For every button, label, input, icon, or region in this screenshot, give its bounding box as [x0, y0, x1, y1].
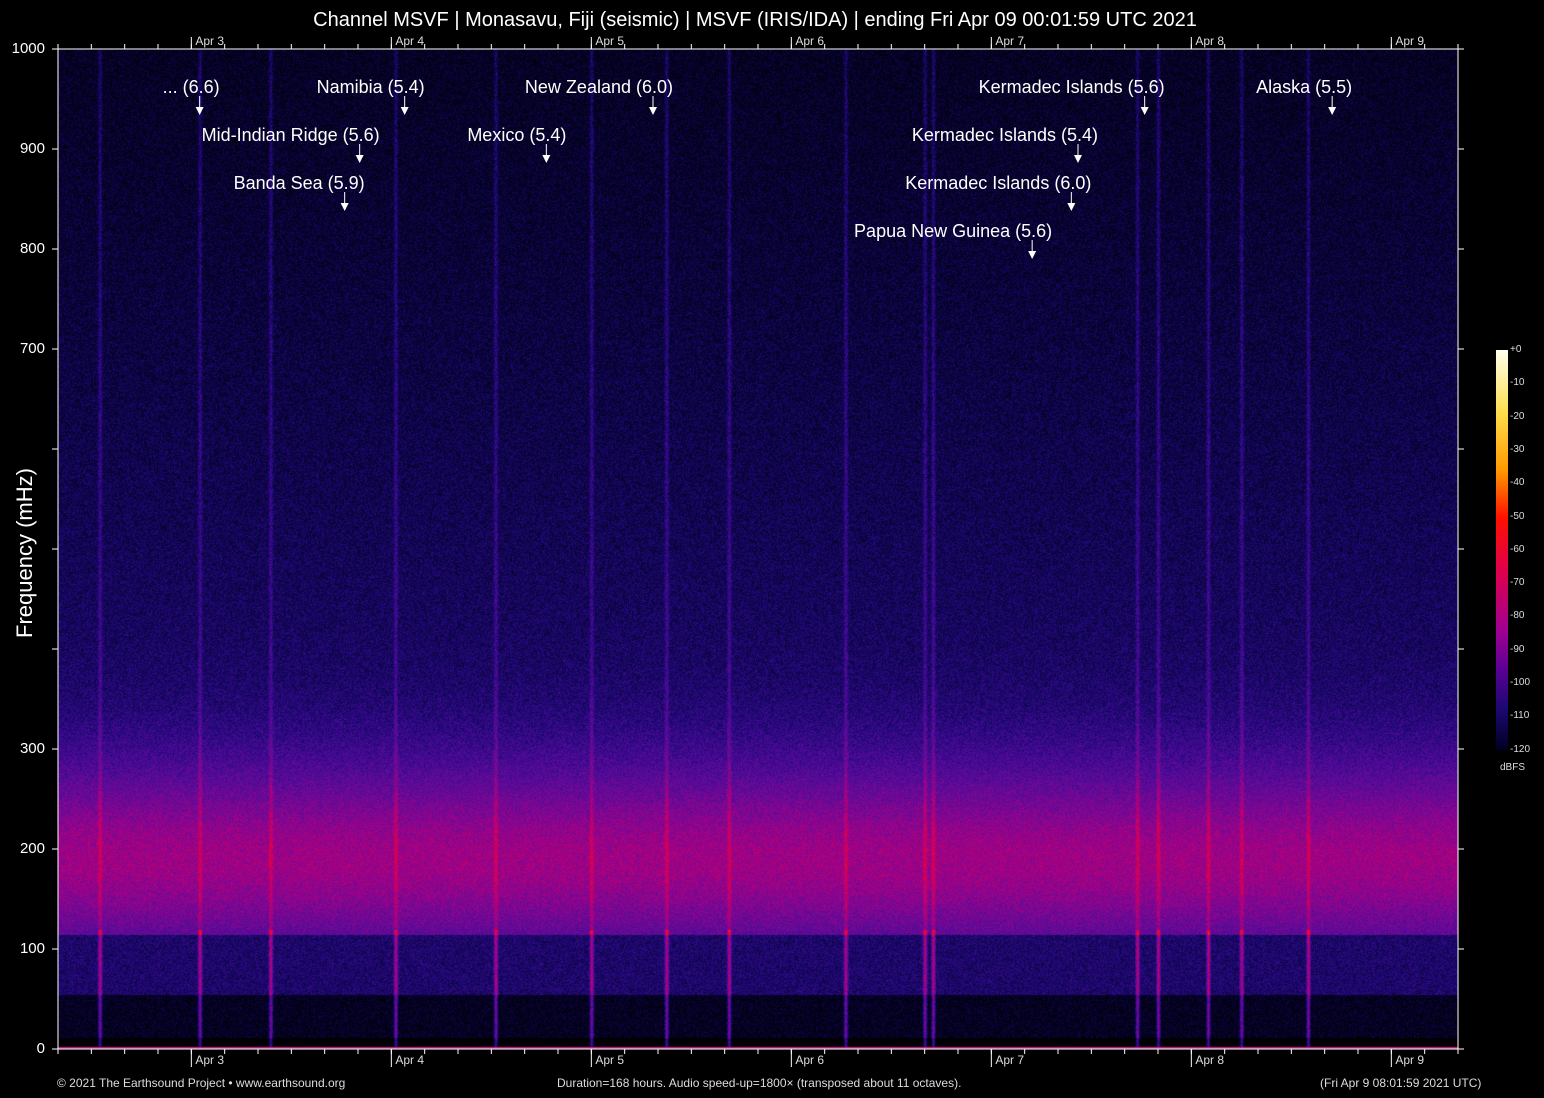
x-tick-label: Apr 8 [1195, 1053, 1224, 1067]
colorbar-tick-label: -10 [1510, 377, 1524, 388]
event-arrow-icon [1328, 107, 1336, 115]
event-label: Alaska (5.5) [1256, 77, 1352, 98]
x-tick-label-top: Apr 7 [995, 34, 1024, 48]
event-label: Banda Sea (5.9) [234, 173, 365, 194]
colorbar-tick-label: -30 [1510, 444, 1524, 455]
colorbar-tick-label: -90 [1510, 644, 1524, 655]
colorbar-tick-label: -80 [1510, 610, 1524, 621]
colorbar-unit: dBFS [1500, 762, 1525, 773]
x-tick-label: Apr 7 [995, 1053, 1024, 1067]
colorbar-tick-label: -70 [1510, 577, 1524, 588]
axes [0, 0, 1544, 1098]
colorbar-tick-label: -120 [1510, 744, 1530, 755]
colorbar [1496, 350, 1508, 750]
event-arrow-icon [341, 203, 349, 211]
footer-duration: Duration=168 hours. Audio speed-up=1800×… [557, 1076, 961, 1090]
event-label: Kermadec Islands (5.6) [979, 77, 1165, 98]
colorbar-tick-label: -110 [1510, 710, 1529, 721]
event-arrow-icon [649, 107, 657, 115]
event-label: Papua New Guinea (5.6) [854, 221, 1052, 242]
event-label: Mexico (5.4) [467, 125, 566, 146]
colorbar-tick-label: -20 [1510, 411, 1524, 422]
colorbar-tick-label: -50 [1510, 511, 1524, 522]
footer-timestamp: (Fri Apr 9 08:01:59 2021 UTC) [1320, 1076, 1481, 1090]
event-label: Mid-Indian Ridge (5.6) [202, 125, 380, 146]
x-tick-label-top: Apr 5 [595, 34, 624, 48]
colorbar-tick-label: -60 [1510, 544, 1524, 555]
x-tick-label: Apr 6 [795, 1053, 824, 1067]
event-arrow-icon [356, 155, 364, 163]
colorbar-tick-label: -40 [1510, 477, 1524, 488]
colorbar-tick-label: +0 [1510, 344, 1521, 355]
x-tick-label-top: Apr 9 [1395, 34, 1424, 48]
x-tick-label: Apr 3 [195, 1053, 224, 1067]
event-label: ... (6.6) [163, 77, 220, 98]
colorbar-tick-label: -100 [1510, 677, 1530, 688]
event-arrow-icon [542, 155, 550, 163]
x-tick-label-top: Apr 6 [795, 34, 824, 48]
event-arrow-icon [1028, 251, 1036, 259]
footer-copyright: © 2021 The Earthsound Project • www.eart… [57, 1076, 345, 1090]
x-tick-label-top: Apr 8 [1195, 34, 1224, 48]
event-arrow-icon [1074, 155, 1082, 163]
event-label: New Zealand (6.0) [525, 77, 673, 98]
event-arrow-icon [401, 107, 409, 115]
event-label: Kermadec Islands (6.0) [905, 173, 1091, 194]
x-tick-label-top: Apr 3 [195, 34, 224, 48]
event-arrow-icon [1141, 107, 1149, 115]
x-tick-label-top: Apr 4 [395, 34, 424, 48]
event-label: Kermadec Islands (5.4) [912, 125, 1098, 146]
x-tick-label: Apr 9 [1395, 1053, 1424, 1067]
event-arrow-icon [196, 107, 204, 115]
x-tick-label: Apr 4 [395, 1053, 424, 1067]
event-arrow-icon [1067, 203, 1075, 211]
x-tick-label: Apr 5 [595, 1053, 624, 1067]
event-label: Namibia (5.4) [317, 77, 425, 98]
